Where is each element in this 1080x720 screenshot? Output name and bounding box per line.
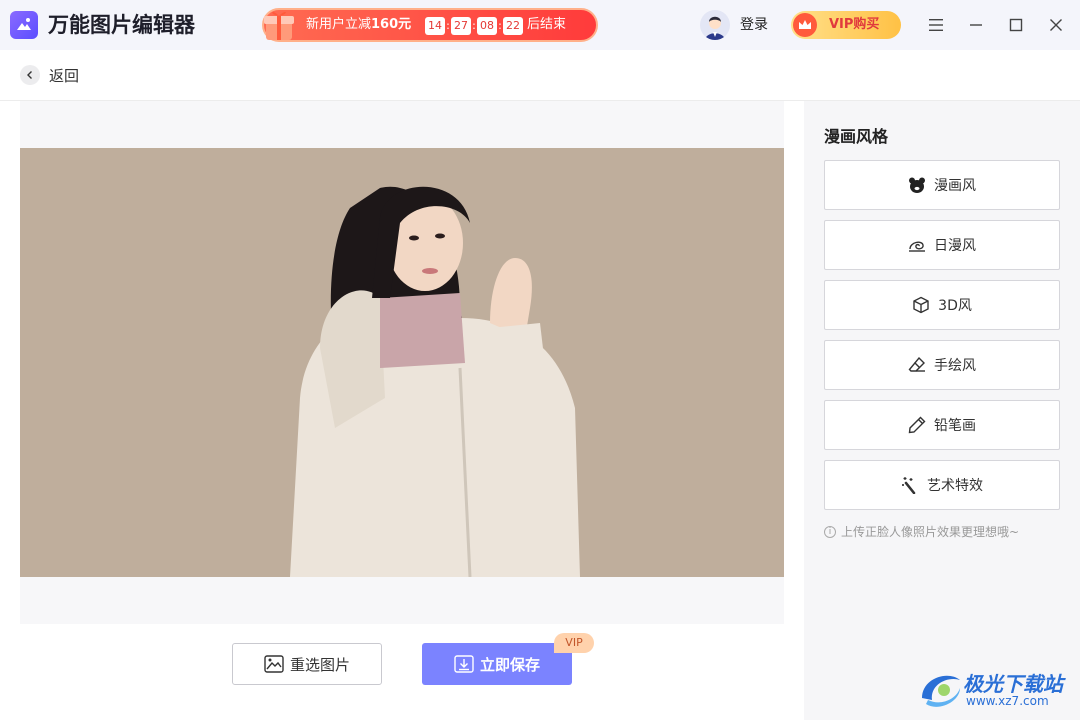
style-option-handdrawn[interactable]: 手绘风: [824, 340, 1060, 390]
timer-centis: 22: [503, 17, 523, 35]
promo-amount: 160元: [371, 17, 412, 32]
avatar-icon: [700, 10, 730, 40]
menu-button[interactable]: [924, 13, 948, 37]
vip-badge: VIP: [554, 633, 594, 653]
magic-wand-icon: [902, 477, 916, 494]
download-icon: [454, 655, 474, 673]
save-now-button[interactable]: 立即保存: [422, 643, 572, 685]
save-label: 立即保存: [479, 655, 540, 674]
timer-seconds: 08: [477, 17, 497, 35]
promo-text-prefix: 新用户立减: [306, 17, 372, 32]
reselect-image-button[interactable]: 重选图片: [232, 643, 382, 685]
maximize-icon: [1009, 18, 1023, 32]
style-option-art-effect[interactable]: 艺术特效: [824, 460, 1060, 510]
watermark-url: www.xz7.com: [966, 694, 1049, 708]
info-icon: i: [824, 525, 836, 538]
close-button[interactable]: [1044, 13, 1068, 37]
timer-minutes: 27: [451, 17, 471, 35]
style-label: 日漫风: [934, 238, 976, 254]
crown-icon: [793, 13, 817, 37]
maximize-button[interactable]: [1004, 13, 1028, 37]
upload-hint: i 上传正脸人像照片效果更理想哦~: [824, 523, 1019, 540]
style-label: 漫画风: [934, 178, 976, 194]
timer-hours: 14: [425, 17, 445, 35]
style-label: 3D风: [938, 298, 972, 314]
eraser-icon: [908, 356, 925, 372]
site-watermark: 极光下载站 www.xz7.com: [918, 664, 1074, 716]
bear-icon: [909, 177, 925, 193]
back-button[interactable]: 返回: [20, 65, 79, 85]
watermark-logo-icon: [922, 675, 960, 707]
portrait-image: [20, 148, 784, 577]
pencil-icon: [908, 416, 926, 434]
minimize-icon: [970, 24, 982, 26]
preview-photo: [20, 148, 784, 577]
app-title: 万能图片编辑器: [48, 13, 195, 37]
cube-icon: [913, 296, 929, 314]
style-label: 铅笔画: [934, 418, 976, 434]
user-avatar[interactable]: [700, 10, 730, 40]
navigation-bar: 返回: [0, 50, 1080, 101]
countdown-timer: 14 : 27 : 08 : 22: [425, 17, 523, 35]
gift-icon: [264, 11, 294, 40]
menu-icon: [929, 19, 943, 31]
image-icon: [264, 655, 284, 673]
minimize-button[interactable]: [964, 13, 988, 37]
app-logo-icon: [10, 11, 38, 39]
vip-purchase-button[interactable]: VIP购买: [791, 11, 901, 39]
promo-end-text: 后结束: [527, 17, 567, 32]
close-icon: [1050, 19, 1062, 31]
style-option-pencil[interactable]: 铅笔画: [824, 400, 1060, 450]
reselect-label: 重选图片: [289, 655, 350, 674]
vip-purchase-label: VIP购买: [829, 17, 880, 32]
style-option-japanese[interactable]: 日漫风: [824, 220, 1060, 270]
promo-text: 新用户立减160元: [306, 10, 411, 40]
panel-title: 漫画风格: [824, 127, 889, 146]
title-bar: 万能图片编辑器 新用户立减160元 14 : 27 : 08 : 22 后结束: [0, 0, 1080, 50]
style-option-comic[interactable]: 漫画风: [824, 160, 1060, 210]
login-link[interactable]: 登录: [740, 14, 768, 36]
style-panel: 漫画风格 漫画风 日漫风 3D风 手绘风 铅笔画 艺术特效 i 上传正脸人像照片…: [804, 101, 1080, 720]
style-label: 手绘风: [934, 358, 976, 374]
image-canvas: [20, 101, 784, 624]
chevron-left-icon: [20, 65, 40, 85]
style-option-3d[interactable]: 3D风: [824, 280, 1060, 330]
hint-text: 上传正脸人像照片效果更理想哦~: [841, 525, 1020, 539]
swirl-icon: [909, 241, 925, 252]
promo-banner[interactable]: 新用户立减160元 14 : 27 : 08 : 22 后结束: [262, 8, 598, 42]
watermark-title: 极光下载站: [963, 672, 1063, 696]
style-label: 艺术特效: [927, 478, 983, 494]
back-label: 返回: [49, 66, 80, 85]
